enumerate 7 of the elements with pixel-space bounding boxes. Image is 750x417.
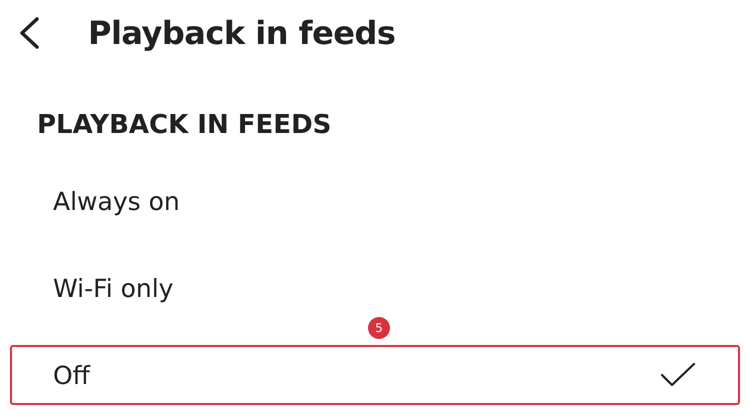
section-heading: PLAYBACK IN FEEDS [37, 110, 332, 140]
checkmark-icon [660, 362, 696, 388]
screen-title: Playback in feeds [88, 14, 396, 52]
option-row[interactable]: Always on [10, 171, 740, 231]
option-row[interactable]: Wi-Fi only [10, 258, 740, 318]
back-icon[interactable] [18, 16, 40, 50]
step-badge: 5 [368, 317, 390, 339]
